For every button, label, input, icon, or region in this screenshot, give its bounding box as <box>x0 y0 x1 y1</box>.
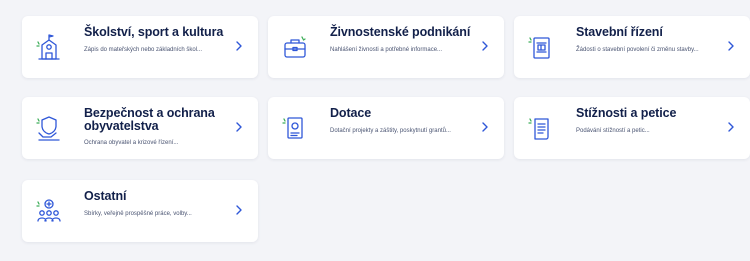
people-group-icon <box>34 196 64 226</box>
petition-scroll-icon <box>526 113 556 143</box>
chevron-right-icon <box>480 40 490 52</box>
category-card-zivnostenske-podnikani[interactable]: Živnostenské podnikání Nahlášení živnost… <box>268 16 504 78</box>
blueprint-document-icon <box>526 32 556 62</box>
category-description: Zápis do mateřských nebo základních škol… <box>84 47 203 53</box>
category-title: Ostatní <box>84 189 127 203</box>
category-title: Dotace <box>330 106 372 120</box>
school-building-icon <box>34 32 64 62</box>
category-description: Podávání stížností a petic... <box>576 128 650 134</box>
category-title: Stížnosti a petice <box>576 106 677 120</box>
service-category-grid: Školství, sport a kultura Zápis do mateř… <box>0 0 750 261</box>
grant-document-icon <box>280 113 310 143</box>
chevron-right-icon <box>726 40 736 52</box>
category-card-skolstvi[interactable]: Školství, sport a kultura Zápis do mateř… <box>22 16 258 78</box>
category-description: Ochrana obyvatel a krizové řízení... <box>84 140 179 146</box>
chevron-right-icon <box>234 121 244 133</box>
chevron-right-icon <box>234 204 244 216</box>
category-description: Žádosti o stavební povolení či změnu sta… <box>576 47 699 53</box>
chevron-right-icon <box>480 121 490 133</box>
category-card-stavebni-rizeni[interactable]: Stavební řízení Žádosti o stavební povol… <box>514 16 750 78</box>
category-title: Stavební řízení <box>576 25 663 39</box>
category-card-dotace[interactable]: Dotace Dotační projekty a záštity, posky… <box>268 97 504 159</box>
category-description: Sbírky, veřejně prospěšné práce, volby..… <box>84 211 192 217</box>
shield-hand-icon <box>34 113 64 143</box>
chevron-right-icon <box>234 40 244 52</box>
category-description: Dotační projekty a záštity, poskytnutí g… <box>330 128 451 134</box>
category-title: Živnostenské podnikání <box>330 25 471 39</box>
category-card-stiznosti-a-petice[interactable]: Stížnosti a petice Podávání stížností a … <box>514 97 750 159</box>
category-card-ostatni[interactable]: Ostatní Sbírky, veřejně prospěšné práce,… <box>22 180 258 242</box>
category-card-bezpecnost[interactable]: Bezpečnost a ochrana obyvatelstva Ochran… <box>22 97 258 159</box>
chevron-right-icon <box>726 121 736 133</box>
category-title: Bezpečnost a ochrana obyvatelstva <box>84 106 215 133</box>
briefcase-icon <box>280 32 310 62</box>
category-title: Školství, sport a kultura <box>84 25 224 39</box>
category-description: Nahlášení živnosti a potřebné informace.… <box>330 47 443 53</box>
